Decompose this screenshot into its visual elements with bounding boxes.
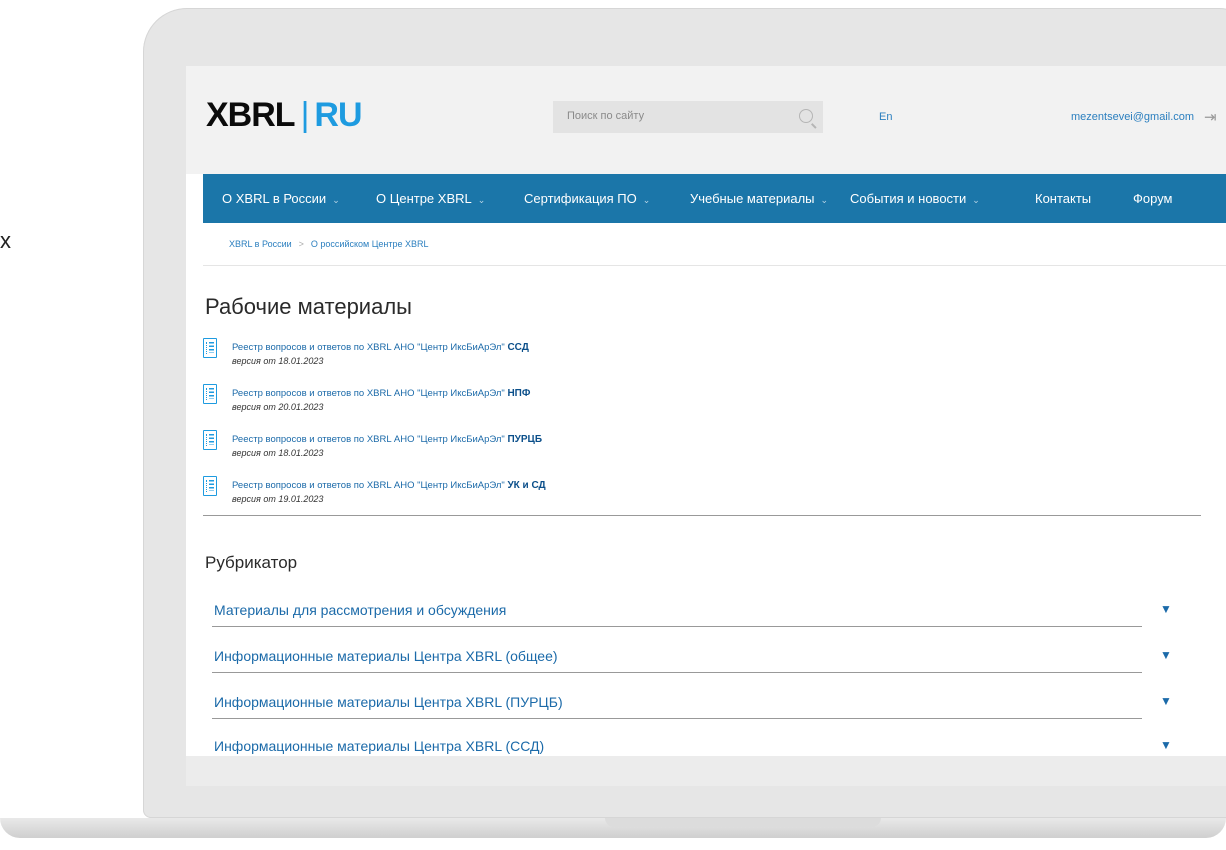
chevron-down-icon: ⌄ (820, 195, 829, 205)
doc-text: Реестр вопросов и ответов по XBRL АНО "Ц… (232, 388, 505, 399)
nav-label: Сертификация ПО (524, 191, 637, 206)
user-email-link[interactable]: mezentsevei@gmail.com (1071, 111, 1194, 123)
logo-ru: RU (314, 96, 362, 134)
doc-text: Реестр вопросов и ответов по XBRL АНО "Ц… (232, 434, 505, 445)
accordion-label[interactable]: Информационные материалы Центра XBRL (об… (214, 648, 558, 664)
side-text-fragment: х (0, 228, 11, 253)
nav-item-contacts[interactable]: Контакты (1035, 191, 1091, 206)
doc-item[interactable]: Реестр вопросов и ответов по XBRL АНО "Ц… (203, 430, 803, 470)
doc-version: версия от 18.01.2023 (232, 448, 324, 458)
doc-link[interactable]: Реестр вопросов и ответов по XBRL АНО "Ц… (232, 342, 529, 353)
search-placeholder: Поиск по сайту (567, 110, 645, 122)
nav-label: Контакты (1035, 191, 1092, 206)
document-icon (203, 476, 217, 496)
expand-arrow-icon[interactable]: ▼ (1160, 738, 1172, 752)
doc-version: версия от 19.01.2023 (232, 494, 324, 504)
expand-arrow-icon[interactable]: ▼ (1160, 648, 1172, 662)
accordion-divider (212, 672, 1142, 673)
nav-label: О Центре XBRL (376, 191, 472, 206)
doc-link[interactable]: Реестр вопросов и ответов по XBRL АНО "Ц… (232, 434, 542, 445)
doc-text: Реестр вопросов и ответов по XBRL АНО "Ц… (232, 480, 505, 491)
document-icon (203, 384, 217, 404)
expand-arrow-icon[interactable]: ▼ (1160, 694, 1172, 708)
accordion-item[interactable]: Информационные материалы Центра XBRL (ПУ… (212, 694, 1202, 730)
nav-item-certification[interactable]: Сертификация ПО ⌄ (524, 191, 650, 206)
chevron-down-icon: ⌄ (642, 195, 651, 205)
divider (203, 265, 1226, 266)
section-title-rubricator: Рубрикатор (205, 553, 298, 572)
breadcrumb-link[interactable]: XBRL в России (229, 239, 292, 249)
nav-item-news[interactable]: События и новости ⌄ (850, 191, 980, 206)
login-icon[interactable]: ⇥ (1204, 108, 1217, 126)
search-input[interactable]: Поиск по сайту (553, 101, 823, 133)
screen: XBRL | RU Поиск по сайту En mezentsevei@gm… (186, 66, 1226, 756)
nav-item-education[interactable]: Учебные материалы ⌄ (690, 191, 828, 206)
breadcrumb-separator: > (298, 239, 304, 249)
accordion-divider (212, 626, 1142, 627)
nav-item-center[interactable]: О Центре XBRL ⌄ (376, 191, 485, 206)
nav-label: События и новости (850, 191, 967, 206)
nav-label: Учебные материалы (690, 191, 815, 206)
doc-item[interactable]: Реестр вопросов и ответов по XBRL АНО "Ц… (203, 384, 803, 424)
document-icon (203, 338, 217, 358)
site-header: XBRL | RU Поиск по сайту En mezentsevei@gm… (186, 66, 1226, 174)
doc-item[interactable]: Реестр вопросов и ответов по XBRL АНО "Ц… (203, 476, 803, 516)
nav-item-xbrl-russia[interactable]: О XBRL в России ⌄ (222, 191, 340, 206)
main-nav: О XBRL в России ⌄ О Центре XBRL ⌄ Сертифик… (203, 174, 1226, 223)
nav-item-forum[interactable]: Форум (1133, 191, 1173, 206)
accordion-divider (212, 718, 1142, 719)
chevron-down-icon: ⌄ (972, 195, 980, 205)
doc-link[interactable]: Реестр вопросов и ответов по XBRL АНО "Ц… (232, 480, 546, 491)
logo-separator: | (300, 96, 310, 134)
accordion-label[interactable]: Информационные материалы Центра XBRL (СС… (214, 738, 544, 754)
chevron-down-icon: ⌄ (332, 195, 340, 205)
screen-bezel-bottom (186, 756, 1226, 786)
breadcrumb: XBRL в России > О российском Центре XBRL (229, 239, 428, 249)
breadcrumb-current[interactable]: О российском Центре XBRL (311, 239, 429, 249)
site-logo[interactable]: XBRL | RU (206, 96, 363, 135)
search-icon[interactable] (799, 109, 813, 123)
accordion-item[interactable]: Информационные материалы Центра XBRL (СС… (212, 738, 1202, 756)
doc-item[interactable]: Реестр вопросов и ответов по XBRL АНО "Ц… (203, 338, 803, 378)
nav-label: О XBRL в России (222, 191, 327, 206)
logo-text: XBRL (206, 96, 296, 134)
document-icon (203, 430, 217, 450)
doc-link[interactable]: Реестр вопросов и ответов по XBRL АНО "Ц… (232, 388, 530, 399)
language-switch-link[interactable]: En (879, 111, 892, 123)
doc-tag: УК и СД (507, 480, 546, 491)
section-title-materials: Рабочие материалы (205, 294, 412, 319)
doc-version: версия от 18.01.2023 (232, 356, 324, 366)
accordion-label[interactable]: Материалы для рассмотрения и обсуждения (214, 602, 506, 618)
doc-tag: НПФ (507, 388, 531, 399)
accordion-item[interactable]: Информационные материалы Центра XBRL (об… (212, 648, 1202, 684)
chevron-down-icon: ⌄ (477, 195, 486, 205)
accordion-item[interactable]: Материалы для рассмотрения и обсуждения … (212, 602, 1202, 638)
divider (203, 515, 1201, 516)
doc-tag: ССД (507, 342, 529, 353)
nav-label: Форум (1133, 191, 1173, 206)
doc-version: версия от 20.01.2023 (232, 402, 324, 412)
expand-arrow-icon[interactable]: ▼ (1160, 602, 1172, 616)
doc-text: Реестр вопросов и ответов по XBRL АНО "Ц… (232, 342, 505, 353)
laptop-notch (605, 818, 881, 827)
accordion-label[interactable]: Информационные материалы Центра XBRL (ПУ… (214, 694, 563, 710)
doc-tag: ПУРЦБ (507, 434, 543, 445)
